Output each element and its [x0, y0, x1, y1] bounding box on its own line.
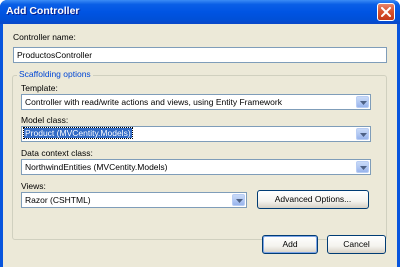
chevron-down-icon	[360, 101, 367, 105]
chevron-down-icon	[360, 133, 367, 137]
data-context-dropdown-button[interactable]	[356, 161, 369, 173]
title-bar[interactable]: Add Controller	[0, 0, 400, 24]
model-class-label: Model class:	[21, 115, 69, 125]
model-class-value: Product (MVCentity.Models)	[23, 127, 133, 139]
cancel-button-label: Cancel	[343, 239, 370, 249]
views-label: Views:	[21, 181, 46, 191]
template-value: Controller with read/write actions and v…	[25, 97, 282, 107]
template-dropdown-button[interactable]	[356, 96, 369, 108]
add-controller-dialog: Add Controller Controller name: Producto…	[0, 0, 400, 267]
data-context-class-select[interactable]: NorthwindEntities (MVCentity.Models)	[21, 159, 371, 175]
chevron-down-icon	[360, 166, 367, 170]
template-select[interactable]: Controller with read/write actions and v…	[21, 94, 371, 110]
add-button[interactable]: Add	[262, 235, 318, 254]
cancel-button[interactable]: Cancel	[327, 235, 386, 254]
template-label: Template:	[21, 83, 58, 93]
views-dropdown-button[interactable]	[232, 194, 245, 206]
controller-name-label: Controller name:	[13, 32, 76, 42]
dialog-title: Add Controller	[6, 5, 80, 17]
scaffolding-options-title: Scaffolding options	[17, 69, 93, 79]
model-class-select[interactable]: Product (MVCentity.Models)	[21, 126, 371, 142]
dialog-body: Controller name: ProductosController Sca…	[3, 24, 397, 267]
views-value: Razor (CSHTML)	[25, 195, 91, 205]
model-class-dropdown-button[interactable]	[356, 128, 369, 140]
advanced-options-label: Advanced Options...	[274, 194, 352, 204]
views-select[interactable]: Razor (CSHTML)	[21, 192, 247, 208]
controller-name-input[interactable]: ProductosController	[13, 47, 387, 63]
data-context-class-label: Data context class:	[21, 148, 93, 158]
data-context-class-value: NorthwindEntities (MVCentity.Models)	[25, 162, 168, 172]
advanced-options-button[interactable]: Advanced Options...	[257, 190, 369, 209]
add-button-label: Add	[282, 239, 298, 249]
chevron-down-icon	[236, 199, 243, 203]
close-button[interactable]	[377, 3, 395, 21]
